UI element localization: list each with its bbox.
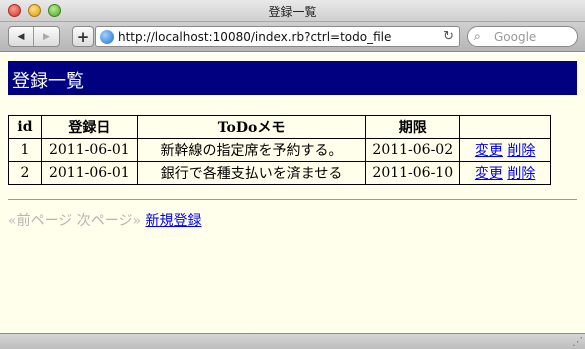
address-bar[interactable]: http://localhost:10080/index.rb?ctrl=tod…: [95, 26, 460, 47]
page-header-bar: 登録一覧: [8, 61, 577, 95]
forward-button[interactable]: ▶: [34, 27, 59, 46]
browser-toolbar: ◀ ▶ + http://localhost:10080/index.rb?ct…: [0, 22, 585, 52]
table-header-row: id 登録日 ToDoメモ 期限: [8, 115, 551, 139]
next-page-label: 次ページ»: [76, 213, 142, 229]
edit-link[interactable]: 変更: [475, 166, 503, 182]
delete-link[interactable]: 削除: [507, 166, 535, 182]
todo-table: id 登録日 ToDoメモ 期限 1 2011-06-01 新幹線の指定席を予約…: [8, 115, 551, 185]
resize-grip-icon[interactable]: ⋰: [572, 335, 583, 348]
col-header-date: 登録日: [40, 115, 138, 139]
page-content: 登録一覧 id 登録日 ToDoメモ 期限 1 2011-06-01 新幹線の指…: [0, 53, 585, 333]
forward-arrow-icon: ▶: [43, 31, 50, 42]
nav-button-group: ◀ ▶: [8, 26, 60, 47]
delete-link[interactable]: 削除: [507, 143, 535, 159]
cell-memo: 銀行で各種支払いを済ませる: [136, 161, 367, 185]
back-button[interactable]: ◀: [9, 27, 35, 46]
search-icon: ⌕: [474, 29, 481, 43]
cell-actions: 変更 削除: [459, 161, 551, 185]
cell-actions: 変更 削除: [459, 138, 551, 162]
cell-date: 2011-06-01: [40, 138, 138, 162]
cell-due: 2011-06-10: [365, 161, 461, 185]
reload-icon[interactable]: ↻: [443, 29, 454, 44]
horizontal-rule: [8, 199, 577, 200]
col-header-memo: ToDoメモ: [136, 115, 367, 139]
cell-due: 2011-06-02: [365, 138, 461, 162]
cell-memo: 新幹線の指定席を予約する。: [136, 138, 367, 162]
edit-link[interactable]: 変更: [475, 143, 503, 159]
add-bookmark-button[interactable]: +: [72, 26, 94, 47]
table-row: 1 2011-06-01 新幹線の指定席を予約する。 2011-06-02 変更…: [8, 138, 551, 162]
cell-date: 2011-06-01: [40, 161, 138, 185]
status-bar: ⋰: [0, 333, 585, 349]
globe-icon: [100, 30, 114, 44]
search-field[interactable]: ⌕ Google: [467, 26, 578, 47]
window-title: 登録一覧: [268, 5, 317, 19]
window-titlebar: 登録一覧: [0, 0, 585, 22]
new-entry-link[interactable]: 新規登録: [146, 213, 202, 229]
table-row: 2 2011-06-01 銀行で各種支払いを済ませる 2011-06-10 変更…: [8, 161, 551, 185]
col-header-id: id: [8, 115, 42, 139]
cell-id: 1: [8, 138, 42, 162]
col-header-actions: [459, 115, 551, 139]
pager: «前ページ 次ページ» 新規登録: [8, 210, 202, 230]
back-arrow-icon: ◀: [17, 31, 25, 42]
plus-icon: +: [76, 27, 90, 46]
col-header-due: 期限: [365, 115, 461, 139]
page-title: 登録一覧: [12, 71, 84, 92]
prev-page-label: «前ページ: [8, 213, 73, 229]
search-placeholder: Google: [494, 30, 537, 44]
cell-id: 2: [8, 161, 42, 185]
url-text[interactable]: http://localhost:10080/index.rb?ctrl=tod…: [118, 30, 391, 44]
